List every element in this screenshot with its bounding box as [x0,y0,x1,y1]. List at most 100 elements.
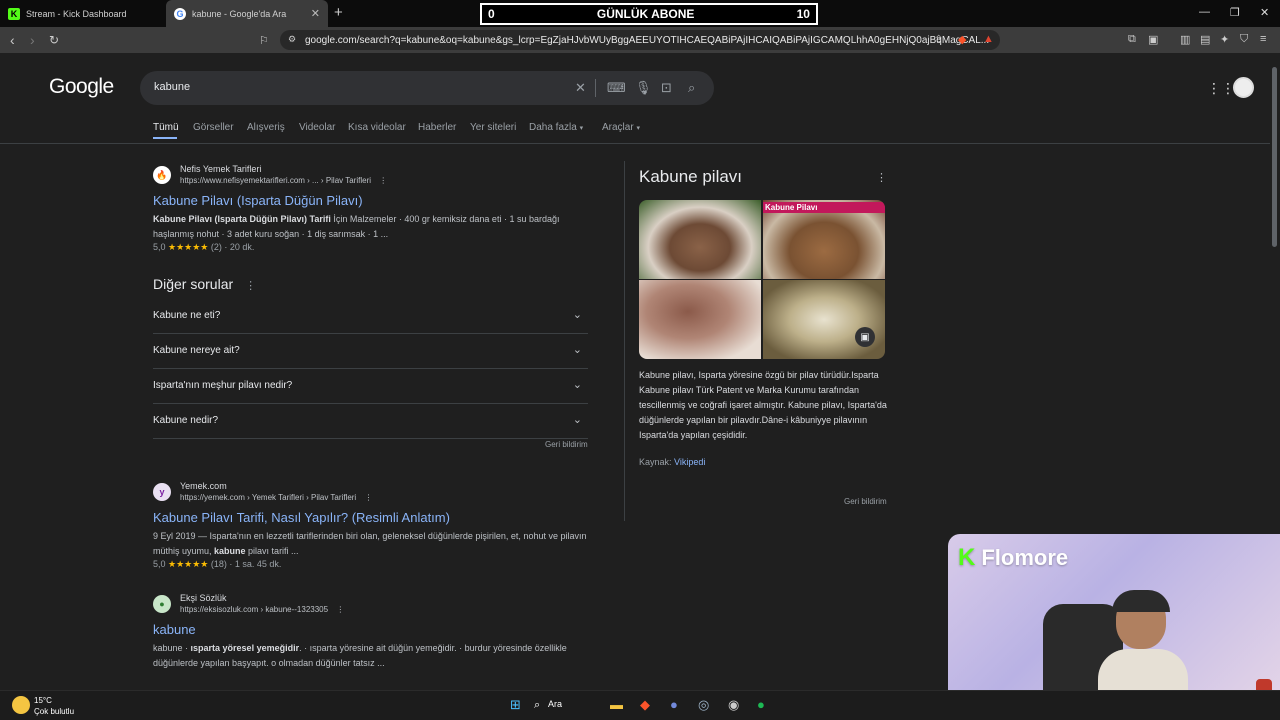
result-title-link[interactable]: Kabune Pilavı (Isparta Düğün Pilavı) [153,193,363,208]
tab-news[interactable]: Haberler [418,122,456,133]
tab-tools[interactable]: Araçlar ▾ [602,122,640,133]
tab-kick-dashboard[interactable]: K Stream - Kick Dashboard [0,0,164,27]
mic-icon[interactable]: 🎙 [635,80,652,96]
windows-taskbar: 15°C Çok bulutlu ⊞ ⌕ Ara ▬ ◆ ● ◎ ◉ ● [0,690,1280,720]
result-url-text: https://eksisozluk.com › kabune--1323305 [180,605,329,614]
close-window-icon[interactable]: ✕ [1260,6,1269,19]
file-explorer-icon[interactable]: ▬ [610,697,623,712]
paa-title: Diğer sorular [153,276,234,292]
brave-rewards-icon[interactable]: ▲ [983,33,994,45]
food-image[interactable] [639,280,761,359]
result-title-link[interactable]: kabune [153,622,196,637]
search-icon[interactable]: ⌕ [688,80,695,96]
keyboard-icon[interactable]: ⌨ [607,80,626,96]
result-url-text: https://www.nefisyemektarifleri.com › ..… [180,176,372,185]
url-field[interactable]: ⚙ google.com/search?q=kabune&oq=kabune&g… [280,30,1000,50]
rating-meta: (18) · 1 sa. 45 dk. [210,559,282,569]
result-site-name[interactable]: Nefis Yemek Tarifleri [180,164,261,174]
more-options-icon[interactable]: ⋮ [245,280,256,292]
result-url[interactable]: https://eksisozluk.com › kabune--1323305… [180,605,344,614]
taskbar-search-label[interactable]: Ara [548,699,562,709]
back-icon[interactable]: ‹ [10,32,15,48]
tab-all[interactable]: Tümü [153,122,179,133]
vpn-icon[interactable]: ▤ [1200,33,1210,46]
source-link[interactable]: Vikipedi [674,457,705,467]
paa-question[interactable]: Isparta'nın meşhur pilavı nedir? ⌄ [153,369,588,404]
counter-right-value: 10 [796,7,810,21]
app-icon[interactable]: ◉ [728,697,739,713]
weather-text: 15°C Çok bulutlu [34,695,74,717]
lens-icon[interactable]: ⊡ [661,80,672,96]
avatar[interactable] [1233,77,1254,98]
tab-google-search[interactable]: G kabune - Google'da Ara ✕ [166,0,328,27]
cloudy-weather-icon [12,696,30,714]
bookmark-icon[interactable]: ⚐ [259,34,269,47]
maximize-icon[interactable]: ❐ [1230,6,1240,19]
food-image[interactable]: ▣ [763,280,885,359]
close-tab-icon[interactable]: ✕ [311,7,320,20]
paa-question[interactable]: Kabune ne eti? ⌄ [153,299,588,334]
tab-short-videos[interactable]: Kısa videolar [348,122,406,133]
tab-shopping[interactable]: Alışveriş [247,122,285,133]
result-site-name[interactable]: Ekşi Sözlük [180,593,227,603]
brave-browser-icon[interactable]: ◆ [640,697,650,713]
more-images-icon[interactable]: ▣ [855,327,875,347]
share-icon[interactable]: ⇪ [934,33,943,46]
start-icon[interactable]: ⊞ [510,697,521,713]
chevron-down-icon: ⌄ [572,379,582,391]
steam-icon[interactable]: ◎ [698,697,709,713]
result-url[interactable]: https://yemek.com › Yemek Tarifleri › Pi… [180,493,372,502]
sidebar-icon[interactable]: ▥ [1180,33,1190,46]
extensions-icon[interactable]: ⧉ [1128,33,1136,46]
menu-icon[interactable]: ≡ [1260,33,1266,45]
paa-question[interactable]: Kabune nedir? ⌄ [153,404,588,439]
google-icon: G [174,7,186,20]
snippet-bold: Kabune Pilavı (Isparta Düğün Pilavı) Tar… [153,214,331,224]
discord-icon[interactable]: ● [670,697,678,712]
food-image[interactable] [639,200,761,279]
tab-images[interactable]: Görseller [193,122,234,133]
tab-label: kabune - Google'da Ara [192,8,287,19]
weather-widget[interactable]: 15°C Çok bulutlu [12,695,74,717]
shield-icon[interactable]: ⛉ [1240,33,1248,46]
reload-icon[interactable]: ↻ [49,33,59,47]
minimize-icon[interactable]: — [1199,6,1210,18]
caret-down-icon: ▾ [636,125,640,132]
site-info-icon[interactable]: ⚙ [288,34,296,45]
tab-web[interactable]: Yer siteleri [470,122,516,133]
result-url[interactable]: https://www.nefisyemektarifleri.com › ..… [180,176,387,185]
more-options-icon[interactable]: ⋮ [364,493,372,502]
more-options-icon[interactable]: ⋮ [379,176,387,185]
leo-ai-icon[interactable]: ✦ [1220,33,1229,46]
forward-icon[interactable]: › [30,32,35,48]
tab-more[interactable]: Daha fazla ▾ [529,122,583,133]
tab-tools-label: Araçlar [602,122,634,133]
new-tab-button[interactable]: + [334,4,343,21]
brave-shield-icon[interactable]: ◆ [958,33,966,46]
wallet-icon[interactable]: ▣ [1148,33,1158,46]
result-title-link[interactable]: Kabune Pilavı Tarifi, Nasıl Yapılır? (Re… [153,510,450,525]
streamer-name-text: Flomore [981,545,1069,570]
scrollbar-thumb[interactable] [1272,67,1277,247]
header-divider [0,143,1270,144]
tab-videos[interactable]: Videolar [299,122,336,133]
eksi-favicon-icon: ● [153,595,171,613]
weather-condition: Çok bulutlu [34,707,75,716]
food-image[interactable]: Kabune Pilavı [763,200,885,279]
feedback-link[interactable]: Geri bildirim [844,497,887,506]
browser-tab-bar: K Stream - Kick Dashboard G kabune - Goo… [0,0,1280,27]
result-snippet: Kabune Pilavı (Isparta Düğün Pilavı) Tar… [153,212,593,242]
search-icon[interactable]: ⌕ [534,699,540,712]
more-options-icon[interactable]: ⋮ [876,171,887,184]
result-site-name[interactable]: Yemek.com [180,481,227,491]
search-input[interactable]: kabune [154,81,190,93]
more-options-icon[interactable]: ⋮ [336,605,344,614]
clear-icon[interactable]: ✕ [575,80,586,96]
temperature: 15°C [34,696,52,705]
chevron-down-icon: ⌄ [572,309,582,321]
spotify-icon[interactable]: ● [757,697,765,712]
google-logo[interactable]: Google [49,75,114,99]
paa-question[interactable]: Kabune nereye ait? ⌄ [153,334,588,369]
feedback-link[interactable]: Geri bildirim [545,440,588,449]
search-box[interactable]: kabune ✕ ⌨ 🎙 ⊡ ⌕ [140,71,714,105]
